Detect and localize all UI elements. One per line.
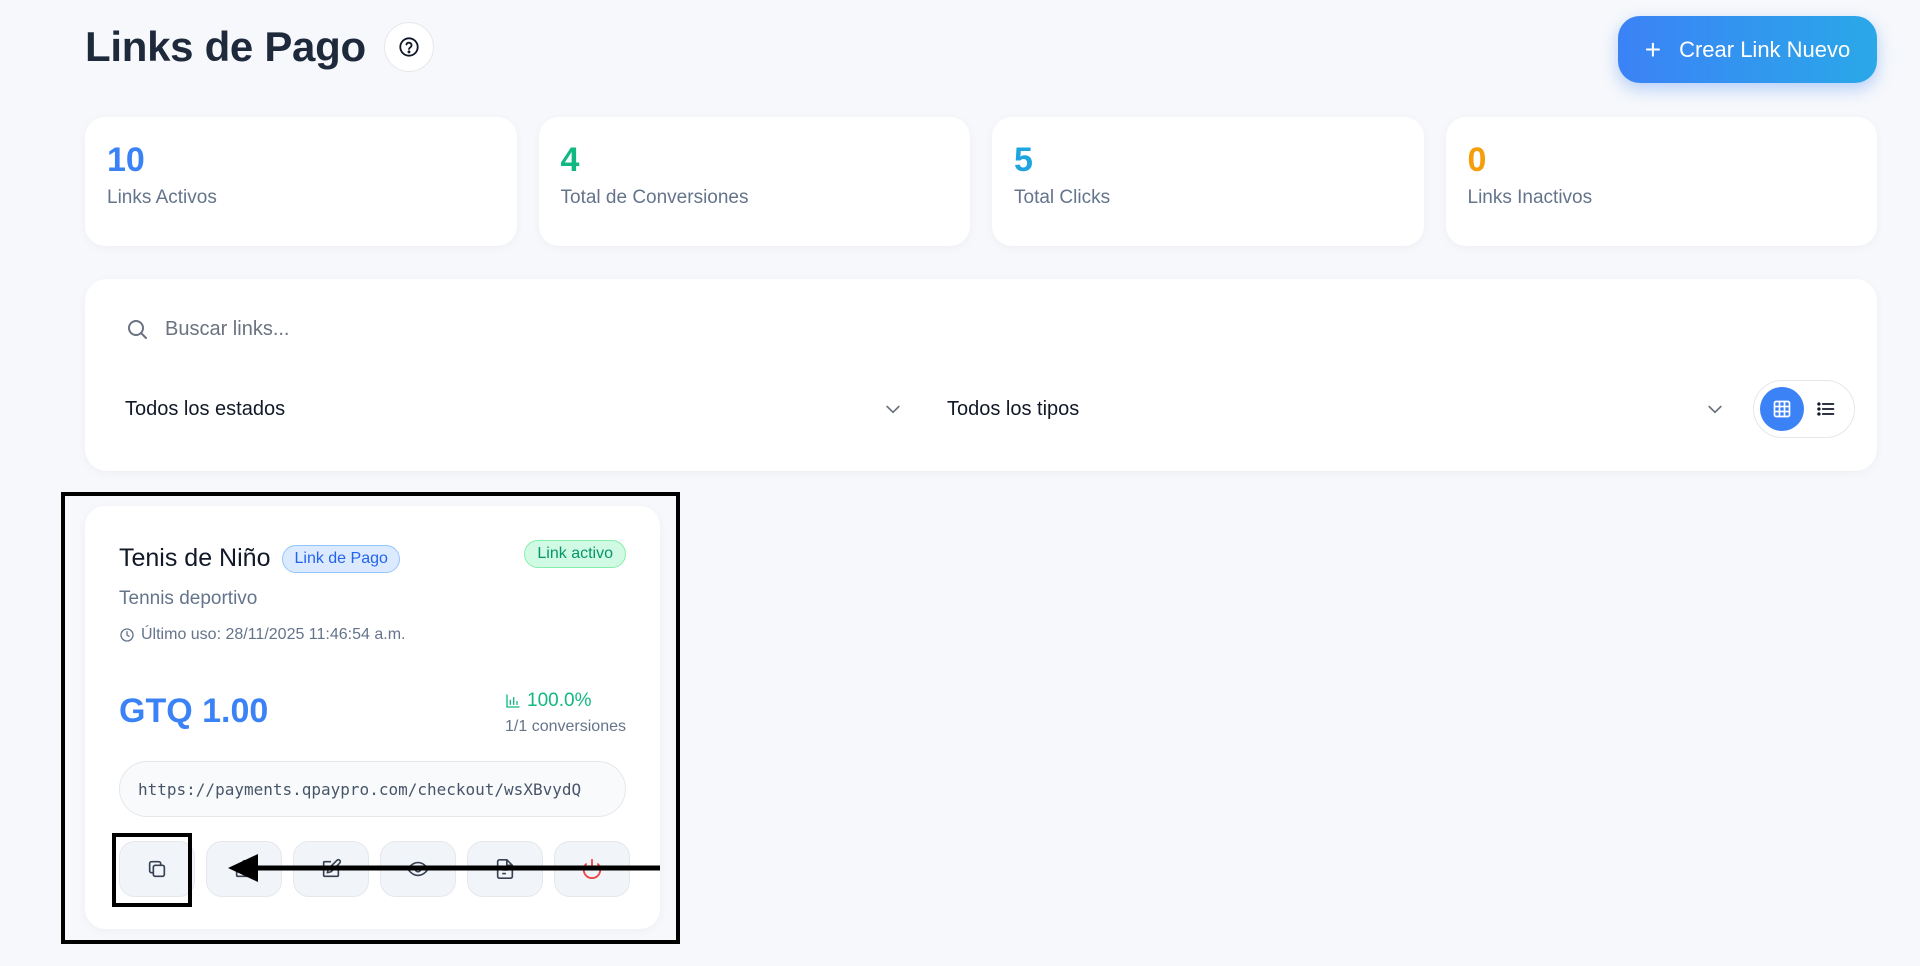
stat-label: Total Clicks <box>1014 187 1111 208</box>
status-select[interactable]: Todos los estados <box>125 379 903 439</box>
search-input[interactable] <box>165 317 765 341</box>
chevron-down-icon <box>1708 405 1722 414</box>
stat-card-active-links: 10 Links Activos <box>85 117 517 246</box>
page-title: Links de Pago <box>85 23 366 70</box>
stat-card-clicks: 5 Total Clicks <box>992 117 1424 246</box>
search-icon <box>128 320 147 339</box>
stat-label: Total de Conversiones <box>560 187 749 208</box>
filters-panel: Todos los estados Todos los tipos <box>85 279 1877 471</box>
view-toggle <box>1753 380 1855 438</box>
stat-card-conversions: 4 Total de Conversiones <box>538 117 970 246</box>
grid-icon <box>1773 400 1791 418</box>
stats-row: 10 Links Activos 4 Total de Conversiones… <box>85 117 1877 246</box>
stat-value: 5 <box>1014 141 1033 179</box>
list-view-button[interactable] <box>1804 387 1848 431</box>
create-link-label: Crear Link Nuevo <box>1679 36 1851 62</box>
type-select-value: Todos los tipos <box>947 397 1080 420</box>
help-button[interactable] <box>383 22 434 72</box>
chevron-down-icon <box>886 405 900 414</box>
plus-icon: + <box>1644 33 1662 65</box>
stat-value: 4 <box>560 141 580 179</box>
list-icon <box>1817 402 1835 416</box>
stat-value: 0 <box>1467 141 1487 179</box>
grid-view-button[interactable] <box>1760 387 1804 431</box>
status-select-value: Todos los estados <box>125 397 286 420</box>
stat-label: Links Inactivos <box>1467 187 1593 208</box>
question-icon <box>399 37 419 57</box>
page-header: Links de Pago <box>85 22 434 72</box>
stat-value: 10 <box>107 141 145 179</box>
type-select[interactable]: Todos los tipos <box>947 379 1725 439</box>
highlight-box-copy-button <box>112 833 192 907</box>
stat-label: Links Activos <box>107 187 217 208</box>
stat-card-inactive-links: 0 Links Inactivos <box>1445 117 1877 246</box>
search-bar <box>125 317 1825 341</box>
create-link-button[interactable]: + Crear Link Nuevo <box>1618 16 1877 83</box>
annotation-arrow <box>228 854 660 882</box>
